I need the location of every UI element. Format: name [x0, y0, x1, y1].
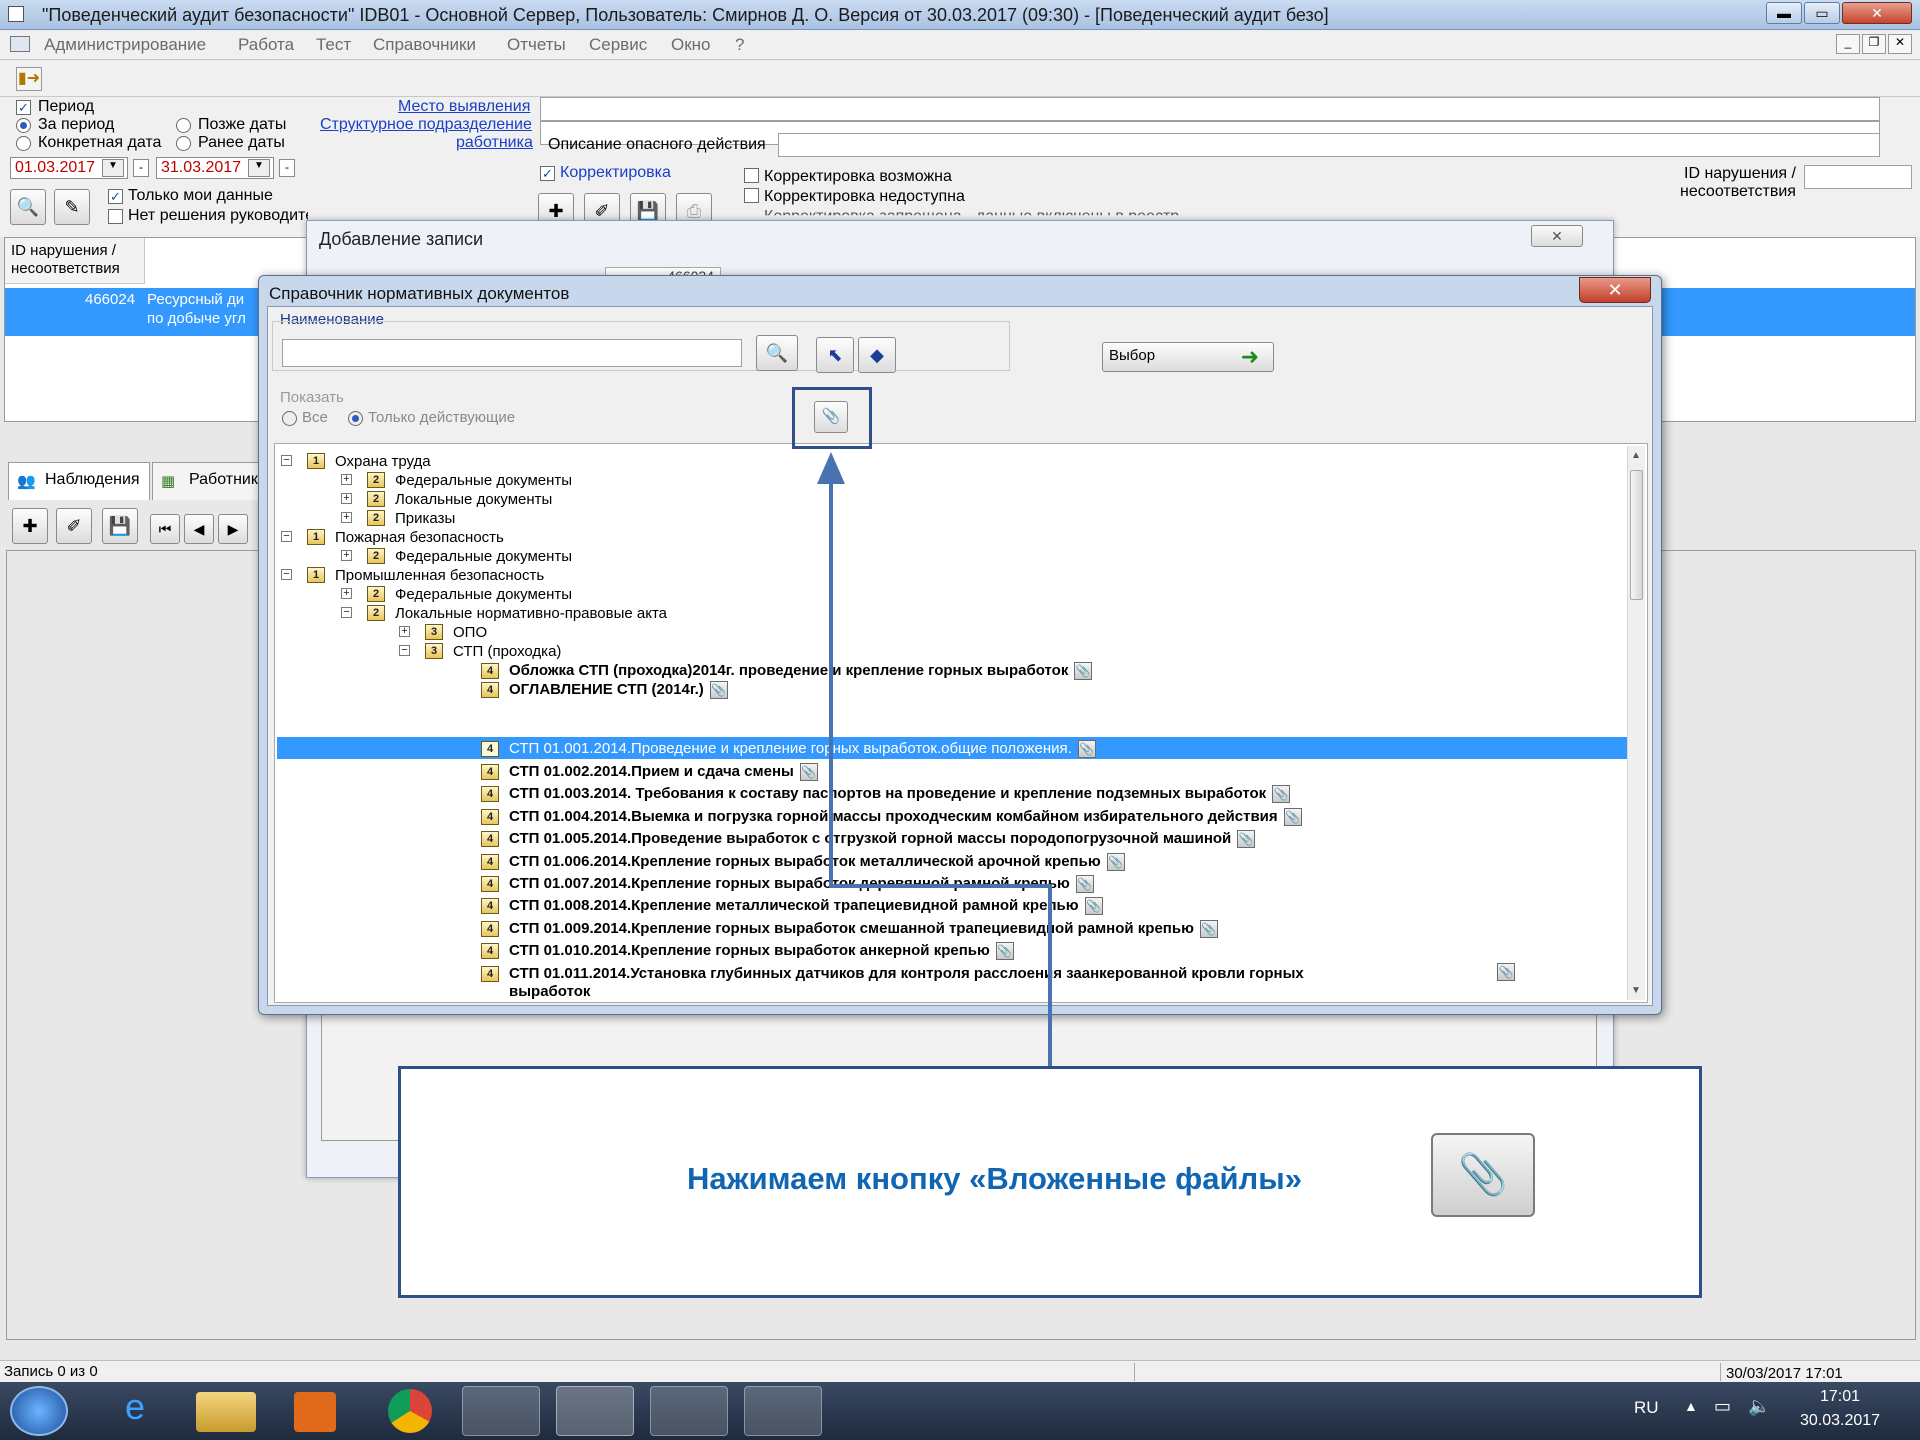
instruction-text: Нажимаем кнопку «Вложенные файлы»	[687, 1161, 1302, 1196]
attached-files-icon: 📎	[1431, 1133, 1535, 1217]
instruction-callout: Нажимаем кнопку «Вложенные файлы» 📎	[398, 1066, 1702, 1298]
